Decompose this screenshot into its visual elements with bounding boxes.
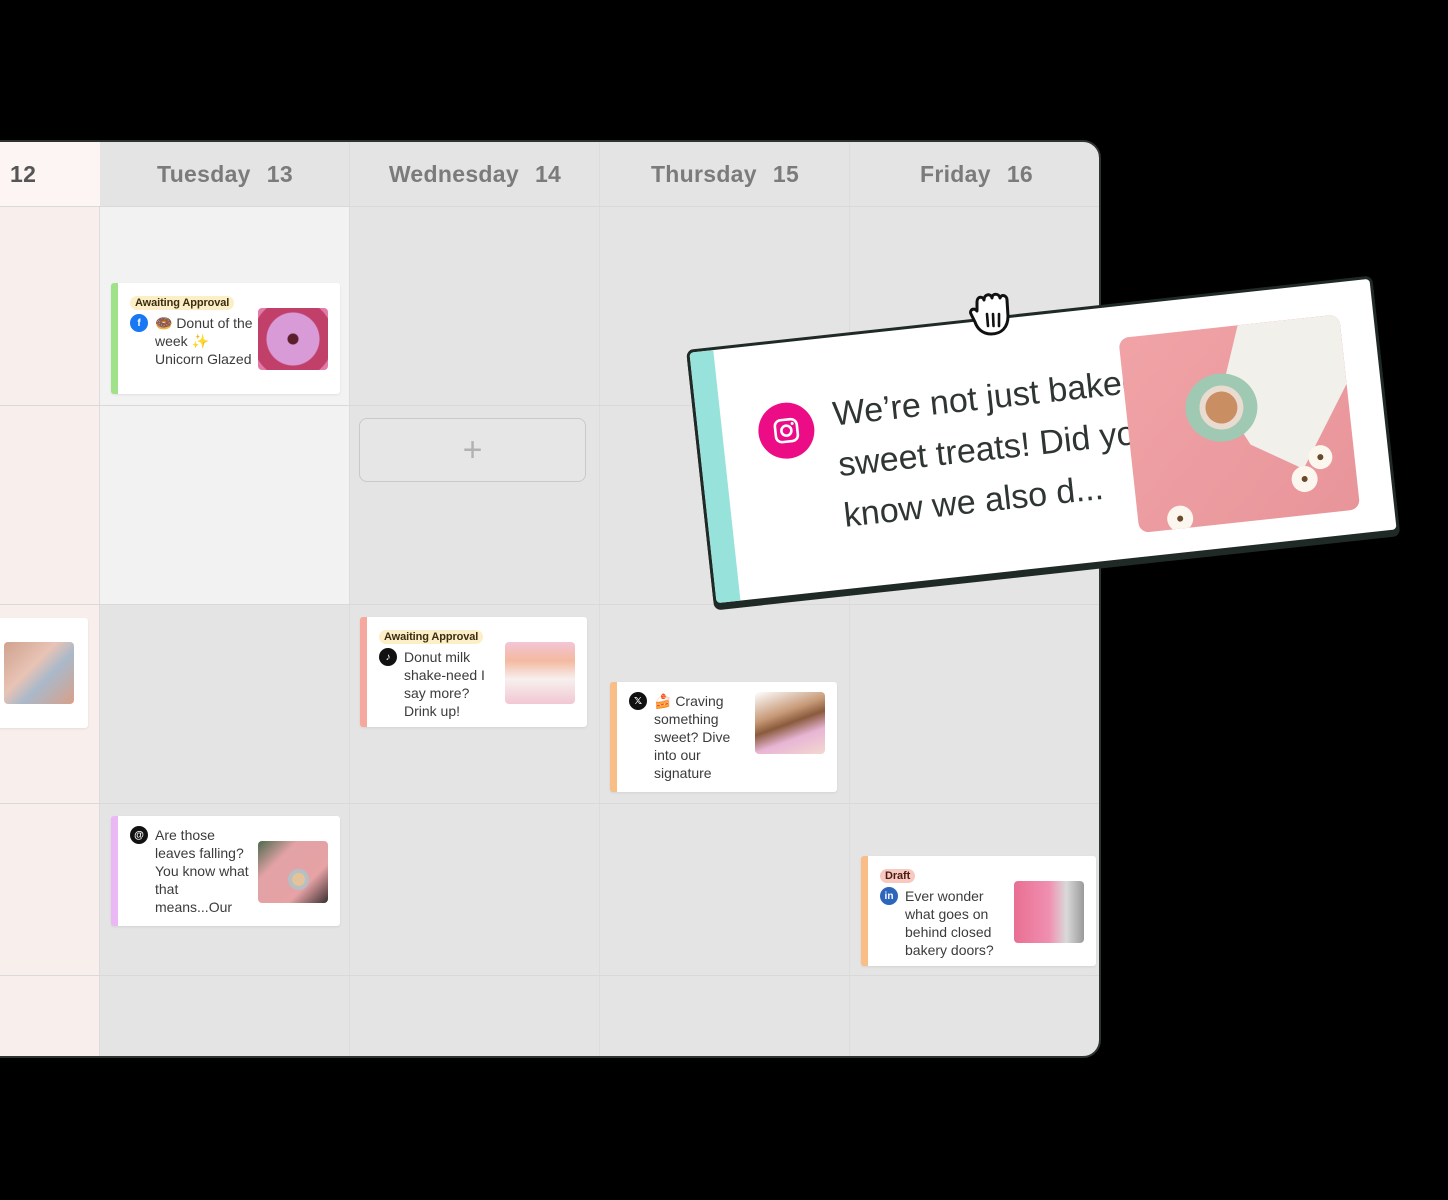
- post-text: 🍰 Craving something sweet? Dive into our…: [654, 693, 731, 781]
- status-badge: Awaiting Approval: [379, 630, 484, 644]
- day-name: Tuesday: [157, 160, 251, 187]
- threads-icon: @: [130, 826, 148, 844]
- day-date: 12: [10, 160, 37, 187]
- day-date: 13: [266, 160, 293, 187]
- row-divider: [0, 803, 1099, 804]
- post-card[interactable]: @ Are those leaves falling? You know wha…: [111, 816, 340, 926]
- day-header-tuesday: Tuesday 13: [100, 142, 350, 206]
- instagram-icon: [755, 399, 818, 462]
- post-thumbnail: [755, 692, 825, 754]
- add-post-button[interactable]: +: [359, 418, 586, 482]
- row-divider: [0, 206, 1099, 207]
- day-header-wednesday: Wednesday 14: [350, 142, 600, 206]
- day-column-12[interactable]: [0, 142, 100, 1056]
- post-card[interactable]: 𝕏 🍰 Craving something sweet? Dive into o…: [610, 682, 837, 792]
- day-column-wednesday[interactable]: [350, 142, 600, 1056]
- day-header-friday: Friday 16: [850, 142, 1099, 206]
- day-header-12: 12: [0, 142, 100, 206]
- x-icon: 𝕏: [629, 692, 647, 710]
- day-name: Thursday: [650, 160, 757, 187]
- status-badge: Awaiting Approval: [130, 296, 235, 310]
- post-card[interactable]: Draft in Ever wonder what goes on behind…: [861, 856, 1096, 966]
- content-calendar: 12 Tuesday 13 Wednesday 14 Thursday 15 F…: [0, 140, 1101, 1058]
- post-thumbnail: [1014, 881, 1084, 943]
- post-card[interactable]: Awaiting Approval f 🍩 Donut of the week …: [111, 283, 340, 394]
- post-thumbnail: [505, 642, 575, 704]
- tiktok-icon: ♪: [379, 648, 397, 666]
- linkedin-icon: in: [880, 887, 898, 905]
- post-text: Are those leaves falling? You know what …: [155, 827, 249, 915]
- post-thumbnail: [1118, 314, 1361, 534]
- post-text: Donut milk shake-need I say more? Drink …: [404, 649, 485, 719]
- plus-icon: +: [462, 430, 483, 469]
- day-name: Friday: [919, 160, 991, 187]
- facebook-icon: f: [130, 314, 148, 332]
- grab-hand-icon: [969, 292, 1010, 336]
- day-name: Wednesday: [388, 160, 519, 187]
- status-badge: Draft: [880, 869, 916, 883]
- post-card[interactable]: [0, 618, 88, 728]
- day-date: 15: [772, 160, 800, 187]
- post-text: 🍩 Donut of the week ✨ Unicorn Glazed: [155, 315, 253, 367]
- post-card[interactable]: Awaiting Approval ♪ Donut milk shake-nee…: [360, 617, 587, 727]
- post-thumbnail: [4, 642, 74, 704]
- day-date: 14: [534, 160, 562, 187]
- post-text: Ever wonder what goes on behind closed b…: [905, 888, 994, 958]
- post-thumbnail: [258, 308, 328, 370]
- post-thumbnail: [258, 841, 328, 903]
- row-divider: [0, 604, 1099, 605]
- row-divider: [0, 975, 1099, 976]
- day-header-thursday: Thursday 15: [600, 142, 850, 206]
- day-date: 16: [1006, 160, 1033, 187]
